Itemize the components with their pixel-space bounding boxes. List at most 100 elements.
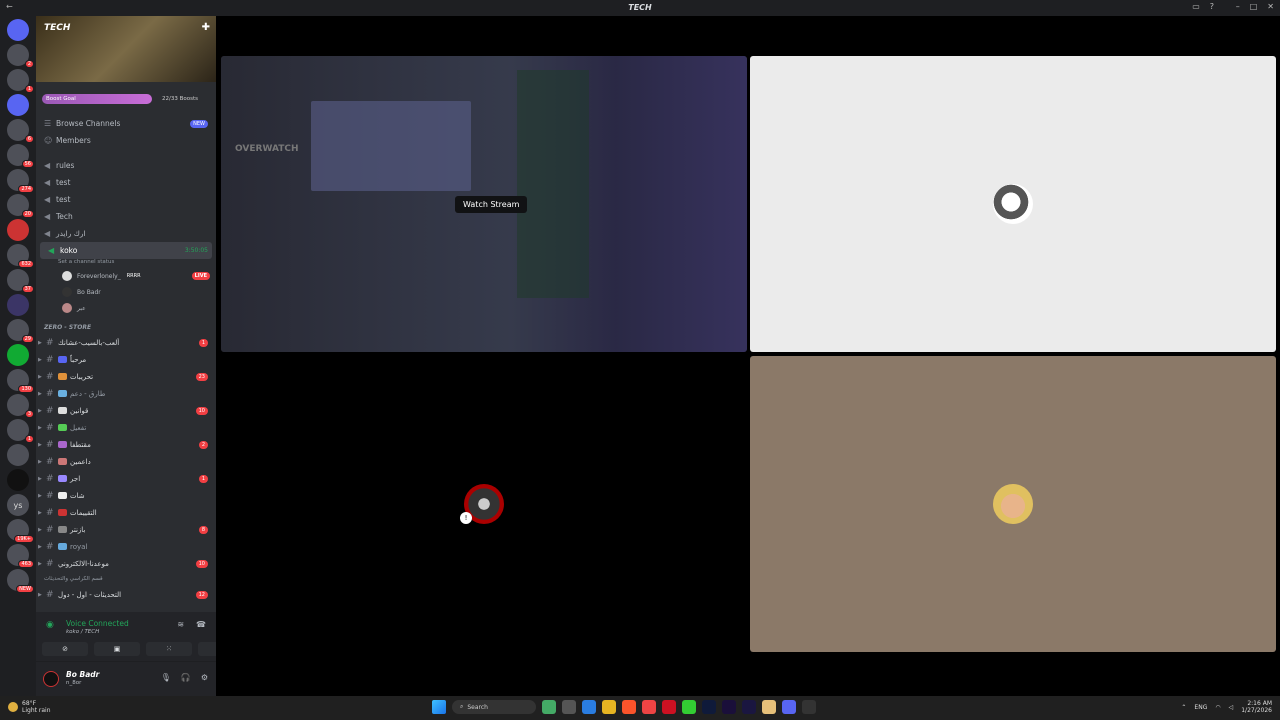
voice-user[interactable]: Bo Badr xyxy=(36,284,216,300)
text-channel[interactable]: ▶ # موعدنا-الالكتروني 10 xyxy=(36,555,216,572)
task-view-icon[interactable] xyxy=(562,700,576,714)
server-icon[interactable] xyxy=(7,94,29,116)
voice-connected-subtitle[interactable]: koko / TECH xyxy=(66,629,99,635)
server-icon[interactable] xyxy=(7,444,29,466)
members[interactable]: ☺ Members xyxy=(36,132,216,149)
app-icon[interactable] xyxy=(762,700,776,714)
server-icon[interactable]: 19K+ xyxy=(7,519,34,543)
settings-gear-icon[interactable]: ⚙ xyxy=(201,673,208,682)
category-header[interactable]: قسم الكراسي والتحديثات xyxy=(36,572,216,586)
channel-arc-raiders[interactable]: ◀ ارك رايدر xyxy=(36,225,216,242)
server-icon[interactable]: 56 xyxy=(7,144,34,168)
text-channel[interactable]: ▶ # شات xyxy=(36,487,216,504)
server-icon[interactable] xyxy=(7,344,29,366)
server-icon[interactable]: 29 xyxy=(7,319,34,343)
premiere-icon[interactable] xyxy=(722,700,736,714)
text-channel[interactable]: ▶ # تحريبات 23 xyxy=(36,368,216,385)
text-channel[interactable]: ▶ # التقييمات xyxy=(36,504,216,521)
add-member-icon[interactable]: ✚ xyxy=(202,22,210,33)
app-icon[interactable] xyxy=(582,700,596,714)
mic-muted-icon[interactable]: 🎙 xyxy=(161,673,171,682)
server-icon[interactable]: 130 xyxy=(7,369,34,393)
discord-icon[interactable] xyxy=(782,700,796,714)
photoshop-icon[interactable] xyxy=(702,700,716,714)
server-icon[interactable] xyxy=(7,294,29,316)
text-channel[interactable]: ▶ # ألعب-بالسيب-عشانك 1 xyxy=(36,334,216,351)
channel-status[interactable]: Set a channel status xyxy=(36,259,216,268)
inbox-icon[interactable]: ▭ xyxy=(1192,2,1200,11)
channel-test[interactable]: ◀ test xyxy=(36,174,216,191)
file-explorer-icon[interactable] xyxy=(602,700,616,714)
close-icon[interactable]: ✕ xyxy=(1267,2,1274,11)
app-icon[interactable] xyxy=(642,700,656,714)
help-icon[interactable]: ? xyxy=(1210,2,1214,11)
channel-test-2[interactable]: ◀ test xyxy=(36,191,216,208)
server-icon[interactable]: 1 xyxy=(7,419,34,443)
maximize-icon[interactable]: □ xyxy=(1250,2,1258,11)
server-icon[interactable] xyxy=(7,469,29,491)
watch-stream-button[interactable]: Watch Stream xyxy=(455,196,528,213)
server-icon[interactable]: 632 xyxy=(7,244,34,268)
screen-share-button[interactable]: ▣ xyxy=(94,642,140,656)
voice-channel-koko[interactable]: ◀ koko 3:50:05 xyxy=(40,242,212,259)
text-channel[interactable]: ▶ # royal xyxy=(36,538,216,555)
channel-rules[interactable]: ◀ rules xyxy=(36,157,216,174)
search-box[interactable]: ⌕ Search xyxy=(452,700,536,714)
activities-button[interactable]: ⁙ xyxy=(146,642,192,656)
avatar[interactable] xyxy=(43,671,59,687)
server-icon[interactable]: 6 xyxy=(7,119,34,143)
volume-icon[interactable]: ◁ xyxy=(1229,704,1234,711)
text-channel[interactable]: ▶ # التحديثات - اول - دول 12 xyxy=(36,586,216,603)
server-icon[interactable]: 20 xyxy=(7,194,34,218)
home-discord-icon[interactable] xyxy=(7,19,29,41)
server-icon[interactable] xyxy=(7,219,29,241)
headphones-icon[interactable]: 🎧 xyxy=(181,673,191,682)
voice-user[interactable]: عبر xyxy=(36,300,216,316)
brave-icon[interactable] xyxy=(622,700,636,714)
weather-widget[interactable]: 68°F Light rain xyxy=(8,700,51,714)
server-icon[interactable]: 463 xyxy=(7,544,34,568)
server-icon[interactable]: 37 xyxy=(7,269,34,293)
browse-channels[interactable]: ☰ Browse Channels NEW xyxy=(36,115,216,132)
server-name[interactable]: TECH xyxy=(44,23,70,33)
stream-tile[interactable]: OVERWATCH Watch Stream xyxy=(221,56,747,352)
signal-icon[interactable]: ◉ xyxy=(46,620,54,630)
participant-tile[interactable] xyxy=(750,356,1276,652)
server-icon[interactable]: 1 xyxy=(7,69,34,93)
app-icon[interactable] xyxy=(662,700,676,714)
voice-connected-title[interactable]: Voice Connected xyxy=(66,619,129,628)
text-channel[interactable]: ▶ # اجر 1 xyxy=(36,470,216,487)
server-icon[interactable]: 3 xyxy=(7,394,34,418)
app-icon[interactable] xyxy=(542,700,556,714)
username[interactable]: Bo Badr xyxy=(66,670,99,679)
chevron-up-icon[interactable]: ⌃ xyxy=(1181,704,1186,711)
text-channel[interactable]: ▶ # مقتطفا 2 xyxy=(36,436,216,453)
text-channel[interactable]: ▶ # مرحباً xyxy=(36,351,216,368)
text-channel[interactable]: ▶ # بازنتر 8 xyxy=(36,521,216,538)
clock[interactable]: 2:16 AM 1/27/2026 xyxy=(1241,700,1272,714)
text-channel[interactable]: ▶ # داعمين xyxy=(36,453,216,470)
text-channel[interactable]: ▶ # قوانين 10 xyxy=(36,402,216,419)
voice-user[interactable]: Foreverlonely_ RRRR LIVE xyxy=(36,268,216,284)
app-icon[interactable] xyxy=(682,700,696,714)
disconnect-icon[interactable]: ☎ xyxy=(196,620,206,629)
camera-button[interactable]: ⊘ xyxy=(42,642,88,656)
lang[interactable]: ENG xyxy=(1194,704,1207,711)
noise-suppression-icon[interactable]: ≋ xyxy=(177,620,184,629)
server-icon[interactable]: NEW xyxy=(7,569,34,593)
participant-tile[interactable] xyxy=(750,56,1276,352)
wifi-icon[interactable]: ◠ xyxy=(1215,704,1220,711)
app-icon[interactable] xyxy=(802,700,816,714)
category-header[interactable]: ZERO - STORE xyxy=(36,320,216,334)
boost-goal[interactable]: Boost Goal 22/33 Boosts xyxy=(42,91,210,107)
server-icon[interactable]: ys xyxy=(7,494,29,516)
start-button[interactable] xyxy=(432,700,446,714)
server-banner[interactable]: TECH ✚ xyxy=(36,16,216,82)
after-effects-icon[interactable] xyxy=(742,700,756,714)
channel-tech[interactable]: ◀ Tech xyxy=(36,208,216,225)
minimize-icon[interactable]: – xyxy=(1236,2,1240,11)
server-icon[interactable]: 274 xyxy=(7,169,34,193)
participant-tile[interactable]: ! xyxy=(221,356,747,652)
text-channel[interactable]: ▶ # طارق - دعم xyxy=(36,385,216,402)
text-channel[interactable]: ▶ # تفعيل xyxy=(36,419,216,436)
